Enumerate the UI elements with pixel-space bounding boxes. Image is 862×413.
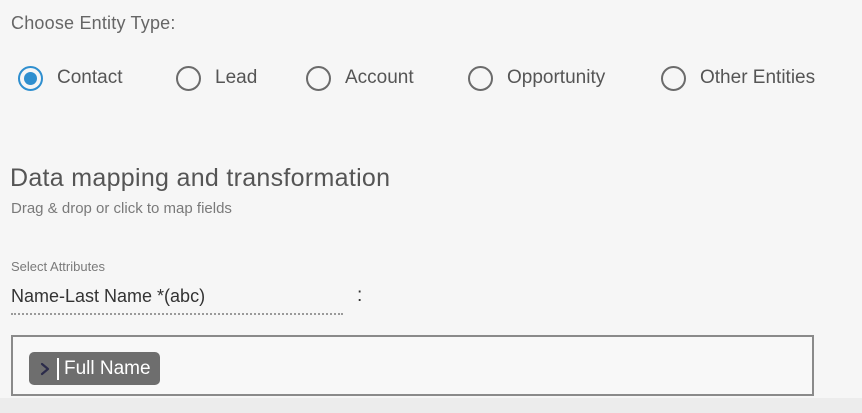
radio-unchecked-icon[interactable]: [306, 65, 331, 91]
mapping-separator: :: [357, 285, 363, 306]
mapping-section-subtitle: Drag & drop or click to map fields: [11, 200, 232, 217]
entity-type-title: Choose Entity Type:: [11, 13, 176, 33]
radio-label-other-entities: Other Entities: [700, 67, 816, 88]
radio-checked-icon[interactable]: [18, 65, 43, 91]
full-name-chip[interactable]: Full Name: [29, 352, 160, 385]
radio-account[interactable]: Account: [306, 64, 414, 92]
entity-mapping-panel: Choose Entity Type: Contact Lead Account…: [0, 0, 862, 413]
radio-label-contact: Contact: [57, 67, 123, 88]
radio-contact[interactable]: Contact: [18, 64, 122, 92]
radio-dot-icon: [24, 71, 37, 85]
bottom-strip: [0, 398, 862, 413]
radio-label-opportunity: Opportunity: [507, 67, 606, 88]
radio-unchecked-icon[interactable]: [468, 65, 493, 91]
radio-unchecked-icon[interactable]: [176, 65, 201, 91]
chip-label: Full Name: [64, 357, 151, 379]
mapping-drop-zone[interactable]: Full Name: [11, 335, 814, 396]
select-attributes-label: Select Attributes: [11, 259, 105, 274]
attribute-field[interactable]: Name-Last Name *(abc): [11, 283, 343, 315]
radio-label-lead: Lead: [215, 67, 258, 88]
radio-lead[interactable]: Lead: [176, 64, 257, 92]
radio-opportunity[interactable]: Opportunity: [468, 64, 605, 92]
caret-right-icon: [39, 360, 51, 378]
chip-divider: [57, 357, 59, 380]
radio-other-entities[interactable]: Other Entities: [661, 64, 815, 92]
radio-unchecked-icon[interactable]: [661, 65, 686, 91]
radio-label-account: Account: [345, 67, 414, 88]
mapping-section-title: Data mapping and transformation: [10, 164, 391, 192]
